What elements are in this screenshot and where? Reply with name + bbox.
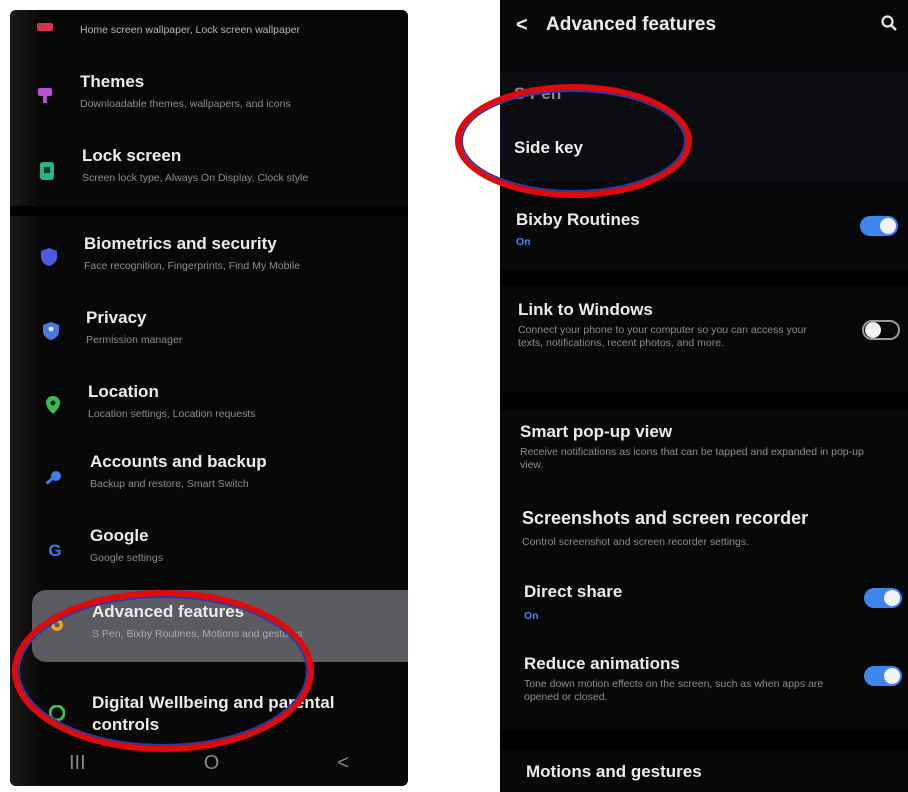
highlight-ring-side-key (455, 84, 692, 198)
row-title: Link to Windows (518, 300, 653, 319)
settings-item-wallpaper[interactable]: Home screen wallpaper, Lock screen wallp… (10, 10, 408, 50)
settings-item-subtitle: Downloadable themes, wallpapers, and ico… (80, 98, 291, 110)
row-description: Connect your phone to your computer so y… (518, 324, 807, 349)
location-pin-icon (44, 396, 62, 414)
row-description: Receive notifications as icons that can … (520, 446, 864, 471)
settings-row-link-to-windows[interactable]: Link to Windows Connect your phone to yo… (500, 294, 908, 380)
shield-icon (40, 248, 58, 266)
settings-item-title: Accounts and backup (90, 452, 267, 471)
settings-item-privacy[interactable]: Privacy Permission manager (10, 302, 408, 362)
row-title: Reduce animations (524, 654, 680, 673)
row-description: Control screenshot and screen recorder s… (522, 536, 750, 548)
settings-item-subtitle: Screen lock type, Always On Display, Clo… (82, 172, 309, 184)
settings-item-title: Location (88, 382, 159, 401)
app-header: < Advanced features (500, 0, 908, 52)
toggle-knob (884, 668, 900, 684)
toggle-knob (880, 218, 896, 234)
search-icon[interactable] (880, 14, 898, 32)
settings-item-subtitle: Permission manager (86, 334, 183, 346)
themes-icon (36, 86, 54, 104)
home-button[interactable]: O (204, 752, 220, 775)
highlight-ring-advanced-features (12, 590, 314, 752)
settings-row-bixby-routines[interactable]: Bixby Routines On (500, 200, 908, 260)
toggle-knob (884, 590, 900, 606)
back-arrow-button[interactable]: < (516, 14, 528, 37)
recents-button[interactable]: III (69, 752, 86, 775)
link-to-windows-toggle[interactable] (862, 320, 900, 340)
settings-item-title: Google (90, 526, 149, 545)
section-divider (10, 206, 408, 216)
row-title: Direct share (524, 582, 623, 601)
direct-share-toggle[interactable] (864, 588, 902, 608)
settings-item-themes[interactable]: Themes Downloadable themes, wallpapers, … (10, 66, 408, 126)
settings-item-subtitle: Google settings (90, 552, 163, 564)
privacy-icon (42, 322, 60, 340)
settings-item-biometrics[interactable]: Biometrics and security Face recognition… (10, 228, 408, 288)
settings-row-direct-share[interactable]: Direct share On (500, 578, 908, 638)
row-description: Tone down motion effects on the screen, … (524, 678, 824, 703)
page-title: Advanced features (546, 14, 717, 35)
wallpaper-icon (36, 20, 54, 38)
back-button[interactable]: < (337, 752, 349, 775)
key-icon (44, 470, 62, 488)
settings-item-title: Privacy (86, 308, 147, 327)
section-divider (500, 270, 908, 286)
lock-screen-icon (38, 162, 56, 180)
reduce-animations-toggle[interactable] (864, 666, 902, 686)
settings-item-subtitle: Backup and restore, Smart Switch (90, 478, 249, 490)
settings-item-subtitle: Face recognition, Fingerprints, Find My … (84, 260, 300, 272)
settings-item-title: Biometrics and security (84, 234, 277, 253)
toggle-knob (865, 322, 881, 338)
settings-item-title: Lock screen (82, 146, 182, 165)
row-title: Screenshots and screen recorder (522, 508, 809, 528)
settings-item-subtitle: Home screen wallpaper, Lock screen wallp… (80, 24, 301, 36)
settings-row-reduce-animations[interactable]: Reduce animations Tone down motion effec… (500, 650, 908, 720)
settings-row-motions-gestures[interactable]: Motions and gestures (500, 756, 908, 792)
settings-row-smart-popup-view[interactable]: Smart pop-up view Receive notifications … (500, 418, 908, 488)
row-title: Motions and gestures (526, 762, 702, 781)
settings-item-subtitle: Location settings, Location requests (88, 408, 256, 420)
row-status: On (516, 236, 531, 248)
section-divider (500, 730, 908, 750)
row-title: Bixby Routines (516, 210, 640, 229)
row-status: On (524, 610, 539, 622)
settings-row-screenshots[interactable]: Screenshots and screen recorder Control … (500, 504, 908, 564)
settings-item-lock-screen[interactable]: Lock screen Screen lock type, Always On … (10, 140, 408, 200)
bixby-routines-toggle[interactable] (860, 216, 898, 236)
settings-item-accounts[interactable]: Accounts and backup Backup and restore, … (10, 448, 408, 508)
settings-item-location[interactable]: Location Location settings, Location req… (10, 376, 408, 436)
settings-item-google[interactable]: G Google Google settings (10, 522, 408, 582)
google-icon: G (48, 541, 62, 560)
row-title: Smart pop-up view (520, 422, 673, 441)
section-divider (500, 392, 908, 410)
settings-item-title: Themes (80, 72, 145, 91)
